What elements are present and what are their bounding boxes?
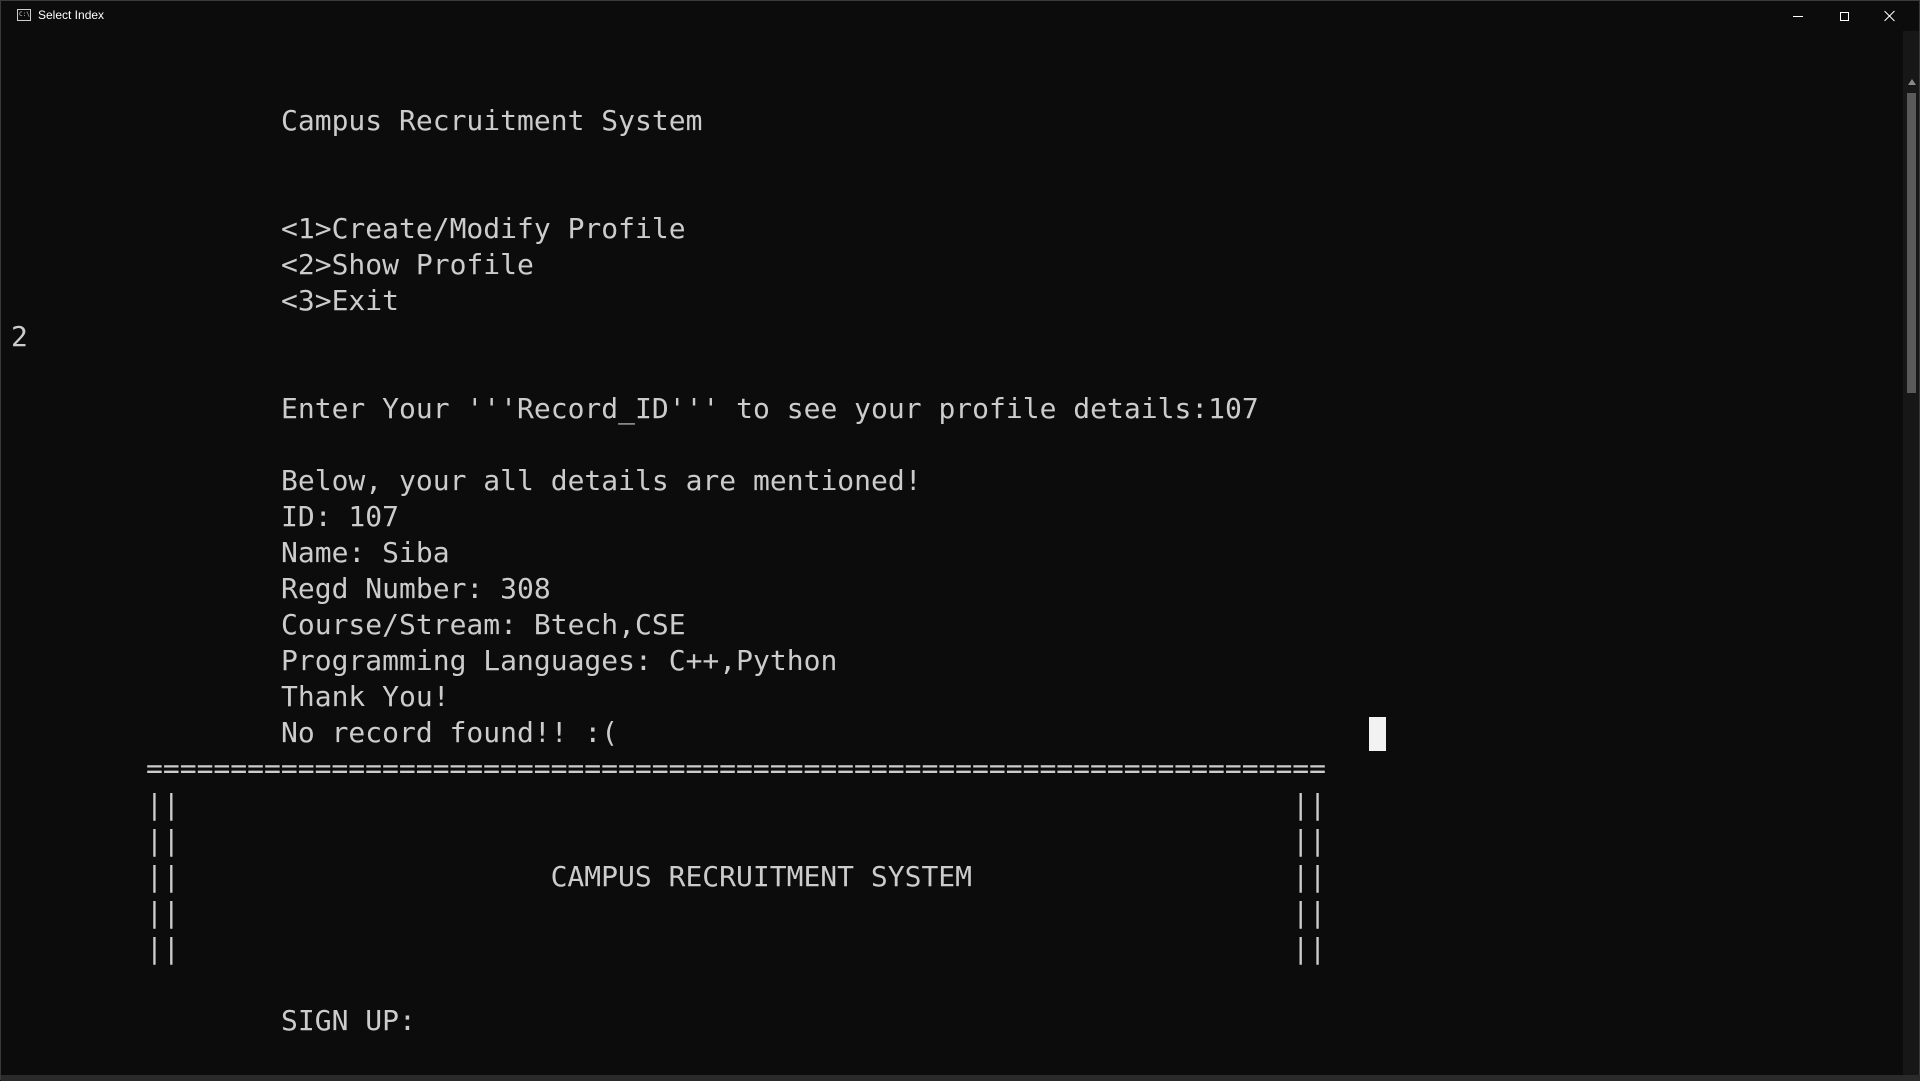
console-line-menu-show: <2>Show Profile bbox=[281, 248, 534, 281]
console-line-record-prompt: Enter Your '''Record_ID''' to see your p… bbox=[281, 392, 1259, 425]
console-line-user-choice: 2 bbox=[11, 320, 28, 353]
console-icon: C:\ bbox=[17, 9, 31, 21]
scroll-up-arrow-icon[interactable] bbox=[1908, 79, 1916, 85]
console-line-menu-exit: <3>Exit bbox=[281, 284, 400, 317]
minimize-icon bbox=[1793, 15, 1803, 17]
console-line-sign-up: SIGN UP: bbox=[281, 1004, 416, 1037]
vertical-scrollbar[interactable] bbox=[1903, 31, 1919, 1075]
close-button[interactable] bbox=[1867, 1, 1913, 31]
console-line-banner-row-5: || || bbox=[146, 932, 1327, 965]
console-line-banner-top: ========================================… bbox=[146, 752, 1327, 785]
console-line-no-record: No record found!! :( bbox=[281, 716, 619, 749]
scrollbar-thumb[interactable] bbox=[1907, 93, 1916, 393]
console-output[interactable]: Campus Recruitment System <1>Create/Modi… bbox=[9, 31, 1902, 1075]
console-line-name: Name: Siba bbox=[281, 536, 450, 569]
console-line-languages: Programming Languages: C++,Python bbox=[281, 644, 838, 677]
maximize-icon bbox=[1839, 11, 1849, 21]
console-line-banner-row-1: || || bbox=[146, 788, 1327, 821]
close-icon bbox=[1884, 10, 1896, 22]
text-cursor bbox=[1369, 717, 1386, 751]
title-bar[interactable]: C:\ Select Index bbox=[1, 1, 1919, 31]
maximize-button[interactable] bbox=[1821, 1, 1867, 31]
console-line-banner-title: || CAMPUS RECRUITMENT SYSTEM || bbox=[146, 860, 1327, 893]
window-title: Select Index bbox=[38, 8, 105, 22]
console-line-app-title: Campus Recruitment System bbox=[281, 104, 703, 137]
window-bottom-edge bbox=[1, 1075, 1920, 1081]
console-line-thank-you: Thank You! bbox=[281, 680, 450, 713]
console-line-details-header: Below, your all details are mentioned! bbox=[281, 464, 922, 497]
minimize-button[interactable] bbox=[1775, 1, 1821, 31]
console-window: C:\ Select Index Campus Recruitment Syst… bbox=[0, 0, 1920, 1081]
console-line-menu-create: <1>Create/Modify Profile bbox=[281, 212, 686, 245]
console-line-id: ID: 107 bbox=[281, 500, 400, 533]
console-line-banner-row-2: || || bbox=[146, 824, 1327, 857]
console-line-course: Course/Stream: Btech,CSE bbox=[281, 608, 686, 641]
console-line-banner-row-4: || || bbox=[146, 896, 1327, 929]
console-line-regd-number: Regd Number: 308 bbox=[281, 572, 551, 605]
